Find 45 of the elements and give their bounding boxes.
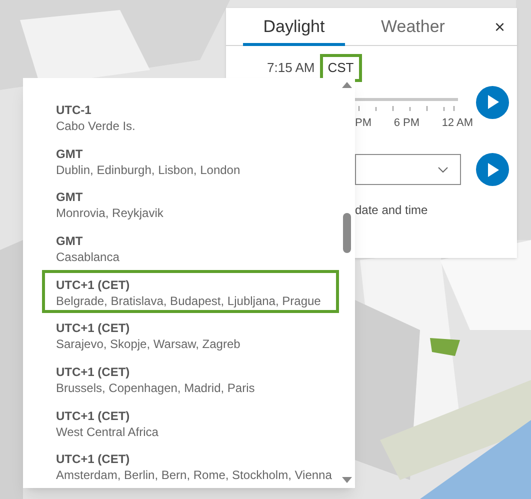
offset-text: UTC+1 (CET) (56, 408, 131, 424)
offset-text: UTC+1 (CET) (56, 276, 131, 293)
timezone-option[interactable]: UTC+1 (CET) Brussels, Copenhagen, Madrid, Paris (42, 357, 339, 401)
places-text: Belgrade, Bratislava, Budapest, Ljubljana, Prague (56, 292, 322, 309)
places-text: Casablanca (56, 248, 120, 265)
offset-text: UTC+1 (CET) (56, 320, 131, 336)
slider-track[interactable] (355, 98, 458, 100)
tick-label: 12 AM (442, 116, 473, 130)
time-text: 7:15 AM (267, 59, 315, 77)
tab[interactable]: Weather (362, 8, 464, 46)
play-button[interactable] (476, 86, 509, 118)
timezone-option[interactable]: UTC+1 (CET) Sarajevo, Skopje, Warsaw, Zagreb (42, 313, 339, 358)
places-text: West Central Africa (56, 424, 160, 440)
timezone-option[interactable]: UTC+1 (CET) Belgrade, Bratislava, Budapest, Ljubljana, Prague (42, 270, 339, 314)
scroll-down-icon (342, 477, 352, 483)
scroll-thumb[interactable] (343, 213, 351, 253)
hint-text: date and time (355, 203, 428, 217)
offset-text: UTC+1 (CET) (56, 451, 131, 468)
offset-text: UTC+1 (CET) (56, 364, 131, 380)
play-icon (486, 95, 498, 109)
tab[interactable]: Daylight (243, 8, 345, 46)
chevron-down-icon (438, 166, 448, 172)
timezone-option[interactable]: GMT Dublin, Edinburgh, Lisbon, London (42, 138, 339, 182)
timezone-option[interactable]: UTC+1 (CET) West Central Africa (42, 400, 339, 444)
offset-text: UTC-1 (56, 102, 92, 118)
select-field[interactable] (355, 154, 461, 185)
places-text: Monrovia, Reykjavik (56, 205, 164, 222)
places-text: Amsterdam, Berlin, Bern, Rome, Stockholm, Vienna (56, 467, 333, 484)
offset-text: GMT (56, 146, 84, 162)
close-button[interactable]: × (494, 18, 505, 36)
tick-label: PM (355, 116, 372, 130)
offset-text: GMT (56, 189, 84, 206)
timezone-option[interactable]: GMT Casablanca (42, 226, 339, 270)
timezone-option[interactable]: UTC-1 Cabo Verde Is. (42, 95, 339, 139)
places-text: Sarajevo, Skopje, Warsaw, Zagreb (56, 336, 242, 352)
tick-label: 6 PM (394, 116, 420, 130)
play-icon (486, 162, 498, 176)
offset-text: GMT (56, 232, 84, 249)
places-text: Dublin, Edinburgh, Lisbon, London (56, 162, 242, 178)
places-text: Cabo Verde Is. (56, 118, 136, 134)
scroll-up-icon (342, 82, 352, 88)
timezone-option[interactable]: GMT Monrovia, Reykjavik (42, 182, 339, 226)
places-text: Brussels, Copenhagen, Madrid, Paris (56, 380, 256, 396)
timezone-option[interactable]: UTC+1 (CET) Amsterdam, Berlin, Bern, Rome, Stockholm, Vienna (42, 444, 339, 488)
play-button[interactable] (476, 153, 509, 186)
